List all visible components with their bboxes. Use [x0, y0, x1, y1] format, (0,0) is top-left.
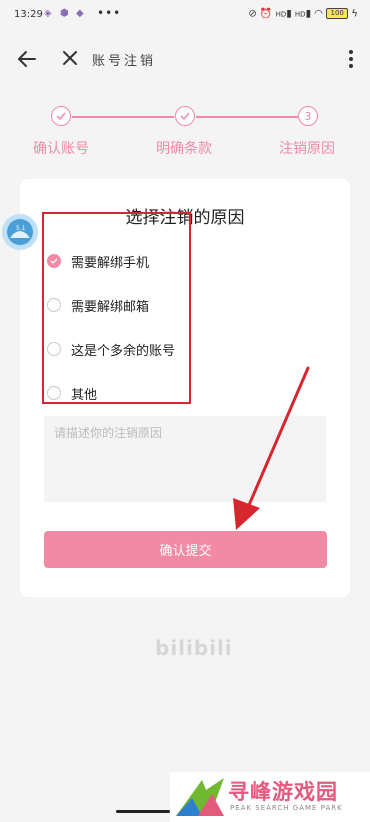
- status-time: 13:29: [14, 9, 43, 20]
- signal-icon-2: HD: [294, 10, 306, 19]
- signal-bars-icon: ▮: [286, 8, 292, 20]
- reason-card: 选择注销的原因 需要解绑手机 需要解绑邮箱 这是个多余的账号 其他 确认提交: [20, 179, 350, 597]
- status-bar: 13:29 ◈ ⬢ ◆ ••• ⊘ ⏰ HD▮ HD▮ ◠ 100 ϟ: [0, 0, 370, 30]
- shield-icon: ⬢: [60, 8, 69, 19]
- step-connector-1: [72, 116, 174, 118]
- home-indicator[interactable]: [116, 810, 170, 813]
- notification-icon: ◈: [44, 8, 52, 19]
- watermark-title: 寻峰游戏园: [228, 780, 338, 804]
- reason-input[interactable]: [44, 416, 326, 502]
- more-vertical-icon[interactable]: [348, 48, 354, 70]
- signal-bars-icon-2: ▮: [305, 8, 312, 20]
- wifi-icon: ◠: [314, 8, 324, 20]
- page-title: 账号注销: [92, 54, 157, 69]
- status-right: ⊘ ⏰ HD▮ HD▮ ◠ 100 ϟ: [248, 8, 358, 20]
- nav-bar: 账号注销: [0, 30, 370, 86]
- progress-steps: 3 确认账号 明确条款 注销原因: [0, 100, 370, 160]
- close-icon[interactable]: [60, 48, 80, 68]
- step-1-check-icon: [51, 106, 71, 126]
- step-2-label: 明确条款: [156, 141, 212, 157]
- mute-icon: ⊘: [248, 8, 257, 20]
- site-watermark: 寻峰游戏园 PEAK SEARCH GAME PARK: [170, 772, 370, 822]
- floating-bubble-text: 5.1: [16, 225, 26, 232]
- step-connector-2: [196, 116, 298, 118]
- step-3-label: 注销原因: [279, 141, 335, 157]
- mountain-logo-icon: [176, 778, 224, 816]
- step-3-number-text: 3: [304, 109, 312, 123]
- floating-assistant-icon[interactable]: 5.1: [0, 212, 40, 252]
- bilibili-logo: bilibili: [155, 636, 233, 660]
- step-3-number: 3: [298, 106, 318, 126]
- charging-icon: ϟ: [351, 8, 358, 20]
- app-icon: ◆: [76, 8, 84, 19]
- step-1-label: 确认账号: [33, 141, 89, 157]
- more-notifications-icon: •••: [97, 6, 122, 20]
- submit-button[interactable]: 确认提交: [44, 531, 327, 568]
- battery-icon: 100: [326, 8, 349, 19]
- watermark-subtitle: PEAK SEARCH GAME PARK: [230, 804, 343, 812]
- signal-icon-1: HD: [275, 10, 287, 19]
- step-2-check-icon: [175, 106, 195, 126]
- alarm-icon: ⏰: [259, 8, 273, 20]
- annotation-highlight-box: [42, 212, 191, 404]
- back-arrow-icon[interactable]: [16, 48, 38, 70]
